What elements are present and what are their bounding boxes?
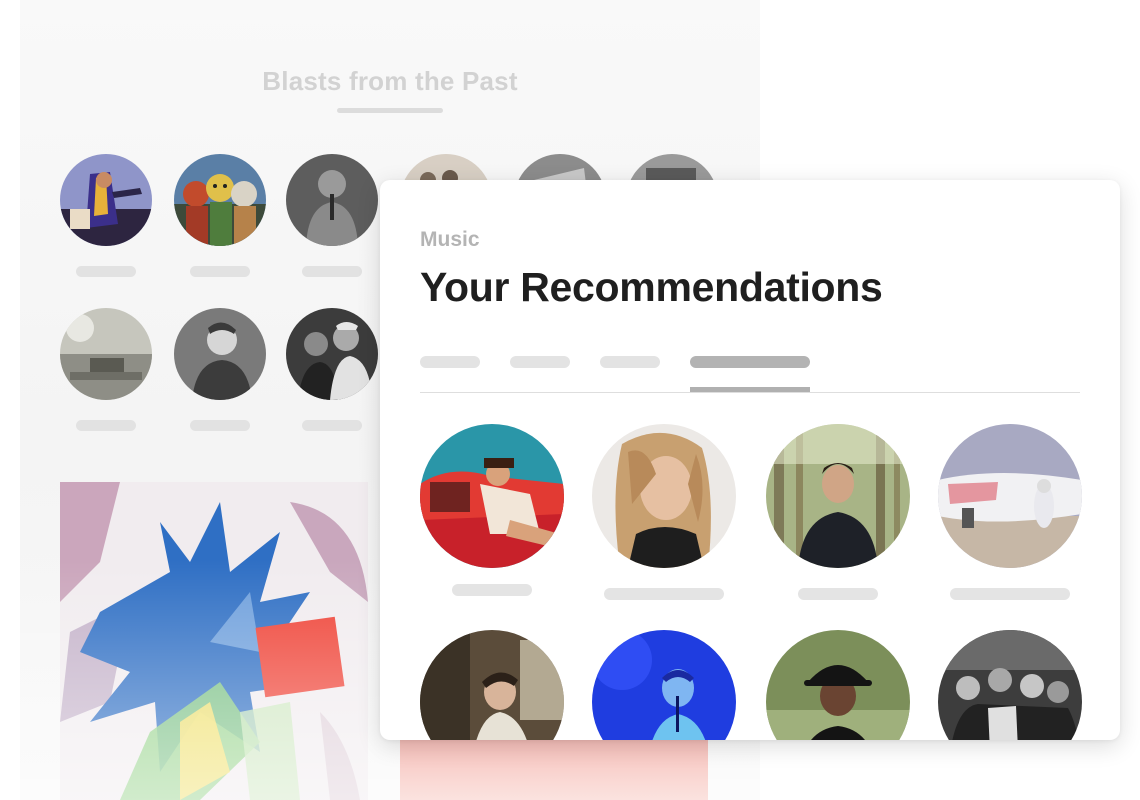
artist-avatar[interactable] — [420, 424, 564, 568]
artist-avatar[interactable] — [60, 308, 152, 400]
artist-avatar[interactable] — [174, 308, 266, 400]
avatar-caption-placeholder — [76, 420, 136, 431]
tab-1[interactable] — [420, 356, 480, 368]
artist-blue-stage-photo-icon — [592, 630, 736, 740]
artist-group-bw-photo-icon — [938, 630, 1082, 740]
crowd-vintage-photo-icon — [60, 308, 152, 400]
artist-avatar[interactable] — [174, 154, 266, 246]
artist-name-placeholder — [452, 584, 532, 596]
artist-name-placeholder — [604, 588, 724, 600]
artist-jet-photo-icon — [938, 424, 1082, 568]
section-title: Blasts from the Past — [262, 66, 518, 96]
avatar-caption-placeholder — [76, 266, 136, 277]
tab-3[interactable] — [600, 356, 660, 368]
artist-studio-photo-icon — [420, 630, 564, 740]
artist-forest-photo-icon — [766, 424, 910, 568]
artist-avatar[interactable] — [938, 630, 1082, 740]
artist-avatar[interactable] — [420, 630, 564, 740]
tab-4[interactable] — [690, 356, 810, 368]
tab-divider — [420, 392, 1080, 393]
artist-avatar[interactable] — [60, 154, 152, 246]
artist-avatar[interactable] — [286, 308, 378, 400]
artist-avatar[interactable] — [766, 630, 910, 740]
album-cover[interactable] — [60, 482, 368, 800]
avatar-caption-placeholder — [302, 420, 362, 431]
recommendations-card: Music Your Recommendations — [380, 180, 1120, 740]
artist-bucket-hat-photo-icon — [766, 630, 910, 740]
portrait-bw-photo-icon — [174, 308, 266, 400]
performer-photo-icon — [60, 154, 152, 246]
artist-name-placeholder — [950, 588, 1070, 600]
artist-avatar[interactable] — [766, 424, 910, 568]
masked-group-photo-icon — [174, 154, 266, 246]
tab-2[interactable] — [510, 356, 570, 368]
avatar-caption-placeholder — [190, 420, 250, 431]
artist-portrait-photo-icon — [592, 424, 736, 568]
artist-name-placeholder — [798, 588, 878, 600]
avatar-caption-placeholder — [302, 266, 362, 277]
artist-avatar[interactable] — [592, 630, 736, 740]
artist-car-photo-icon — [420, 424, 564, 568]
abstract-paint-album-cover-icon — [60, 482, 368, 800]
section-title-underline — [337, 108, 443, 113]
singer-bw-photo-icon — [286, 154, 378, 246]
active-tab-indicator — [690, 387, 810, 392]
artist-avatar[interactable] — [286, 154, 378, 246]
group-bw-photo-icon — [286, 308, 378, 400]
card-title: Your Recommendations — [420, 264, 883, 310]
card-category: Music — [420, 228, 480, 251]
album-cover[interactable] — [400, 730, 708, 800]
avatar-caption-placeholder — [190, 266, 250, 277]
artist-avatar[interactable] — [938, 424, 1082, 568]
artist-avatar[interactable] — [592, 424, 736, 568]
